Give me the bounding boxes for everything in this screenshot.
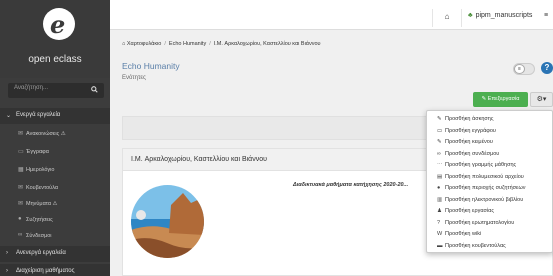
menu-item-label: Προσθήκη πολυμεσικού αρχείου: [445, 173, 524, 180]
view-toggle[interactable]: ≡: [513, 63, 535, 75]
sidebar-group-label: Ενεργά εργαλεία: [16, 112, 61, 118]
menu-item-label: Προσθήκη κουβεντούλας: [445, 242, 506, 249]
envelope-icon: ✉: [18, 201, 24, 207]
pencil-icon: ✎: [437, 139, 442, 145]
menu-item-add-exercise[interactable]: ✎ Προσθήκη άσκησης: [427, 114, 553, 125]
toggle-icon: ≡: [514, 64, 525, 74]
menu-item-add-text[interactable]: ✎ Προσθήκη κειμένου: [427, 137, 553, 148]
menu-item-label: Προσθήκη συνδέσμου: [445, 150, 500, 157]
logo-text: open eclass: [28, 54, 82, 65]
breadcrumb-item[interactable]: Χαρτοφυλάκιο: [127, 41, 162, 47]
page-subtitle: Ενότητες: [122, 75, 146, 81]
edit-button-label: Επεξεργασία: [487, 96, 520, 102]
sidebar-group-inactive-tools[interactable]: › Ανενεργά εργαλεία: [0, 246, 110, 262]
sidebar-item-links[interactable]: ∞ Σύνδεσμοι: [0, 230, 110, 242]
search-icon[interactable]: [91, 86, 98, 93]
edit-button[interactable]: ✎ Επεξεργασία: [473, 92, 528, 107]
megaphone-icon: ✉: [18, 131, 24, 137]
sidebar-group-label: Ανενεργά εργαλεία: [16, 250, 66, 256]
ellipsis-icon: ⋯: [437, 162, 443, 168]
menu-item-label: Προσθήκη ηλεκτρονικού βιβλίου: [445, 196, 524, 203]
sidebar-item-forums[interactable]: ● Συζητήσεις: [0, 214, 110, 226]
link-icon: ∞: [18, 232, 23, 238]
folder-open-icon: ▭: [437, 127, 443, 134]
search-placeholder: Αναζήτηση...: [14, 85, 48, 91]
comments-icon: ●: [18, 216, 22, 222]
home-icon: ⌂: [444, 12, 450, 21]
sidebar-item-messages[interactable]: ✉ Μηνύματα ⚠: [0, 198, 110, 210]
pencil-square-icon: ✎: [437, 116, 442, 122]
menu-item-add-chat[interactable]: ▬ Προσθήκη κουβεντούλας: [427, 241, 553, 252]
sidebar-item-calendar[interactable]: ▦ Ημερολόγιο: [0, 164, 110, 176]
sidebar-item-label: Ανακοινώσεις ⚠: [26, 131, 66, 137]
menu-item-label: Προσθήκη εργασίας: [445, 208, 494, 214]
menu-item-label: Προσθήκη κειμένου: [445, 139, 493, 145]
sidebar-item-label: Ημερολόγιο: [26, 167, 55, 173]
eclass-logo-icon: e: [43, 8, 75, 40]
folder-icon: ▭: [18, 149, 24, 155]
menu-item-add-assignment[interactable]: ♟ Προσθήκη εργασίας: [427, 206, 553, 217]
book-icon: ▥: [437, 196, 443, 203]
page-title[interactable]: Echo Humanity: [122, 61, 180, 71]
chevron-down-icon: ⌄: [6, 113, 12, 119]
calendar-icon: ▦: [18, 167, 24, 173]
menu-item-add-forum[interactable]: ● Προσθήκη περιοχής συζητήσεων: [427, 183, 553, 194]
gear-dropdown-button[interactable]: ⚙▾: [530, 92, 553, 107]
menu-item-label: Προσθήκη περιοχής συζητήσεων: [445, 185, 526, 191]
breadcrumb-current: I.M. Αρκαλοχωρίου, Καστελλίου και Βιάννο…: [213, 41, 321, 47]
menu-item-add-document[interactable]: ▭ Προσθήκη εγγράφου: [427, 126, 553, 137]
sidebar-item-chat[interactable]: ✉ Κουβεντούλα: [0, 182, 110, 194]
sidebar-search-input[interactable]: Αναζήτηση...: [8, 83, 104, 98]
add-resource-dropdown-menu: ✎ Προσθήκη άσκησης ▭ Προσθήκη εγγράφου ✎…: [426, 110, 553, 253]
menu-item-add-questionnaire[interactable]: ? Προσθήκη ερωτηματολογίου: [427, 218, 553, 229]
user-icon: ♟: [437, 208, 442, 214]
chat-icon: ✉: [18, 185, 24, 191]
sidebar-item-label: Κουβεντούλα: [26, 185, 59, 191]
chevron-right-icon: ›: [6, 268, 8, 274]
breadcrumb-item[interactable]: Echo Humanity: [169, 41, 206, 47]
sidebar-item-documents[interactable]: ▭ Έγγραφα: [0, 146, 110, 158]
sidebar-item-label: Συζητήσεις: [26, 217, 53, 223]
gear-icon: ⚙▾: [536, 96, 547, 103]
menu-item-label: Προσθήκη γραμμής μάθησης: [445, 162, 517, 168]
card-description: Διαδικτυακά μαθήματα κατήχησης 2020-20..…: [293, 182, 409, 188]
menu-item-add-learning-path[interactable]: ⋯ Προσθήκη γραμμής μάθησης: [427, 160, 553, 171]
logo[interactable]: e open eclass: [0, 0, 110, 78]
sidebar-item-announcements[interactable]: ✉ Ανακοινώσεις ⚠: [0, 128, 110, 140]
help-icon[interactable]: ?: [541, 62, 553, 74]
menu-toggle-icon[interactable]: ≡: [544, 12, 548, 19]
breadcrumb: ⌂ Χαρτοφυλάκιο / Echo Humanity / I.M. Αρκαλο…: [122, 41, 321, 47]
top-navbar: ⌂ ♣ pipm_manuscripts ≡: [110, 0, 553, 30]
chevron-right-icon: ›: [6, 250, 8, 256]
card-title[interactable]: I.M. Αρκαλοχωρίου, Καστελλίου και Βιάννο…: [131, 156, 267, 163]
film-icon: ▤: [437, 173, 443, 180]
user-menu[interactable]: ♣ pipm_manuscripts: [468, 12, 532, 19]
wikipedia-icon: W: [437, 231, 443, 237]
home-button[interactable]: ⌂: [432, 9, 462, 27]
comments-icon: ●: [437, 185, 441, 191]
menu-item-label: Προσθήκη wiki: [445, 231, 482, 237]
menu-item-add-link[interactable]: ∞ Προσθήκη συνδέσμου: [427, 149, 553, 160]
menu-item-label: Προσθήκη εγγράφου: [445, 127, 496, 134]
edit-icon: ✎: [481, 96, 487, 102]
chat-icon: ▬: [437, 242, 443, 249]
menu-item-add-multimedia[interactable]: ▤ Προσθήκη πολυμεσικού αρχείου: [427, 172, 553, 183]
question-circle-icon: ?: [437, 219, 441, 226]
user-name: pipm_manuscripts: [475, 12, 533, 19]
sidebar-group-active-tools[interactable]: ⌄ Ενεργά εργαλεία: [0, 108, 110, 124]
link-icon: ∞: [437, 150, 441, 157]
sidebar-group-course-admin[interactable]: › Διαχείριση μαθήματος: [0, 264, 110, 276]
sidebar-item-label: Μηνύματα ⚠: [26, 201, 58, 207]
sidebar-item-label: Έγγραφα: [26, 149, 49, 155]
sidebar-item-label: Σύνδεσμοι: [26, 233, 52, 239]
sidebar-group-label: Διαχείριση μαθήματος: [16, 268, 75, 274]
menu-item-label: Προσθήκη ερωτηματολογίου: [445, 219, 515, 226]
menu-item-add-wiki[interactable]: W Προσθήκη wiki: [427, 229, 553, 240]
menu-item-label: Προσθήκη άσκησης: [445, 116, 494, 122]
sidebar: e open eclass Αναζήτηση... ⌄ Ενεργά εργα…: [0, 0, 110, 276]
menu-item-add-ebook[interactable]: ▥ Προσθήκη ηλεκτρονικού βιβλίου: [427, 195, 553, 206]
user-tree-icon: ♣: [468, 12, 473, 19]
course-image: [131, 185, 204, 258]
